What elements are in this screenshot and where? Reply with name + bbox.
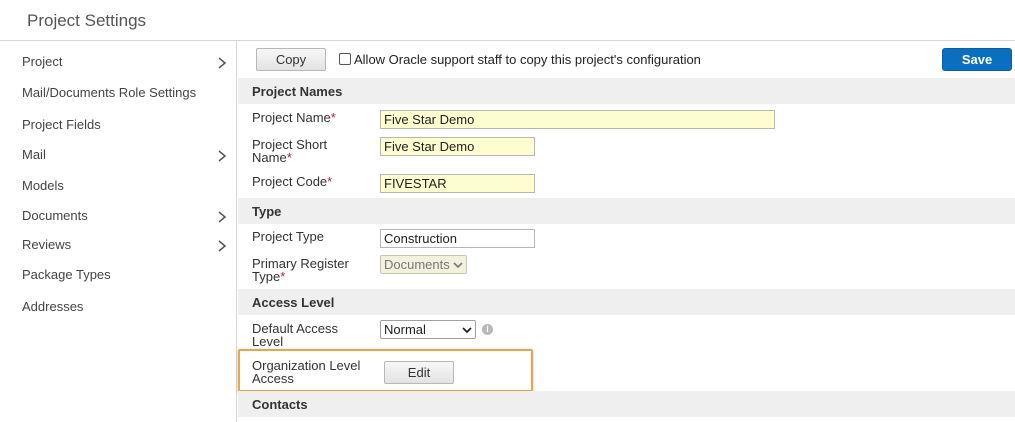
settings-form: Project Names Project Name* Five Star De… <box>238 78 1015 422</box>
field-label-text: Project Code <box>252 174 328 189</box>
required-marker: * <box>286 150 292 165</box>
sidebar-item-label: Mail/Documents Role Settings <box>22 85 197 100</box>
field-label-text: Level <box>252 334 284 349</box>
chevron-down-icon <box>453 262 463 269</box>
project-code-label: Project Code* <box>252 175 362 188</box>
project-name-input[interactable]: Five Star Demo <box>380 110 775 129</box>
sidebar-item-label: Mail <box>22 147 46 162</box>
default-access-level-label: Default Access Level <box>252 322 362 348</box>
organization-level-access-edit-button[interactable]: Edit <box>384 361 454 384</box>
required-marker: * <box>280 269 286 284</box>
sidebar-item-models[interactable]: Models <box>0 172 237 200</box>
sidebar-item-label: Reviews <box>22 237 72 252</box>
section-title: Type <box>252 204 282 219</box>
section-title: Project Names <box>252 84 343 99</box>
project-short-name-label: Project Short Name* <box>252 138 362 164</box>
copy-button[interactable]: Copy <box>256 48 326 71</box>
chevron-right-icon <box>218 150 227 162</box>
required-marker: * <box>330 110 336 125</box>
allow-copy-checkbox[interactable] <box>339 53 351 65</box>
select-value: Documents <box>384 257 450 272</box>
project-code-input[interactable]: FIVESTAR <box>380 174 535 193</box>
primary-register-type-select[interactable]: Documents <box>380 255 467 274</box>
default-access-level-select[interactable]: Normal <box>380 320 476 339</box>
section-title: Contacts <box>252 397 308 412</box>
sidebar-item-label: Project <box>22 54 63 69</box>
section-header-access-level: Access Level <box>238 289 1015 315</box>
chevron-right-icon <box>218 240 227 252</box>
required-marker: * <box>327 174 333 189</box>
sidebar-item-mail-documents-role-settings[interactable]: Mail/Documents Role Settings <box>0 79 237 107</box>
sidebar-item-project[interactable]: Project <box>0 48 237 76</box>
chevron-right-icon <box>218 211 227 223</box>
chevron-right-icon <box>218 57 227 69</box>
sidebar-item-package-types[interactable]: Package Types <box>0 261 237 289</box>
page-title: Project Settings <box>27 11 147 30</box>
sidebar: Project Mail/Documents Role Settings Pro… <box>0 41 237 422</box>
page-header: Project Settings <box>0 0 1015 41</box>
sidebar-item-label: Documents <box>22 208 88 223</box>
project-name-label: Project Name* <box>252 111 362 124</box>
allow-copy-label: Allow Oracle support staff to copy this … <box>354 52 701 67</box>
sidebar-item-documents[interactable]: Documents <box>0 202 237 230</box>
toolbar: Copy Allow Oracle support staff to copy … <box>238 41 1015 78</box>
sidebar-item-addresses[interactable]: Addresses <box>0 293 237 321</box>
project-short-name-input[interactable]: Five Star Demo <box>380 137 535 156</box>
project-type-input[interactable]: Construction <box>380 229 535 248</box>
save-button[interactable]: Save <box>942 48 1012 71</box>
select-value: Normal <box>384 322 426 337</box>
info-icon[interactable]: i <box>482 324 493 335</box>
project-type-label: Project Type <box>252 229 325 244</box>
field-label-text: Type <box>252 269 281 284</box>
sidebar-item-reviews[interactable]: Reviews <box>0 231 237 259</box>
field-label-text: Name <box>252 150 287 165</box>
field-label-text: Project Name <box>252 110 331 125</box>
section-title: Access Level <box>252 295 335 310</box>
chevron-down-icon <box>462 327 472 334</box>
section-header-type: Type <box>238 198 1015 224</box>
field-label-text: Access <box>252 371 294 386</box>
sidebar-item-project-fields[interactable]: Project Fields <box>0 111 237 139</box>
sidebar-item-label: Addresses <box>22 299 84 314</box>
sidebar-item-label: Models <box>22 178 64 193</box>
organization-level-access-label: Organization Level Access <box>252 359 362 385</box>
section-header-contacts: Contacts <box>238 391 1015 417</box>
sidebar-item-mail[interactable]: Mail <box>0 141 237 169</box>
sidebar-item-label: Project Fields <box>22 117 101 132</box>
section-header-project-names: Project Names <box>238 78 1015 104</box>
primary-register-type-label: Primary Register Type* <box>252 257 362 283</box>
sidebar-item-label: Package Types <box>22 267 111 282</box>
